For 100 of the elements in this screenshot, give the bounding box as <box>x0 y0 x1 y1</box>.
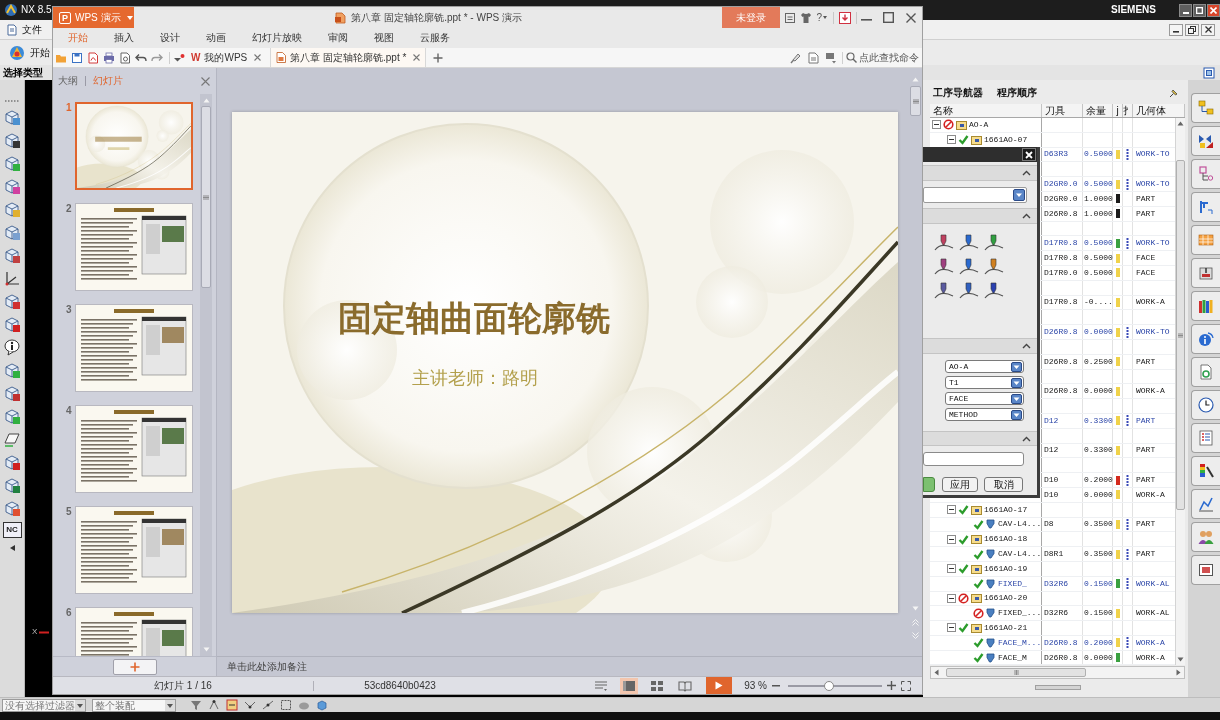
print-preview-icon[interactable] <box>119 51 131 64</box>
cube-icon[interactable] <box>3 315 21 333</box>
apply-button[interactable]: 应用 <box>942 477 978 492</box>
print-icon[interactable] <box>103 51 115 64</box>
program-name[interactable]: 1661AO-18 <box>984 534 1028 545</box>
play-button[interactable] <box>706 677 733 694</box>
operation-name[interactable]: FIXED_ <box>998 578 1027 589</box>
ribbon-tab[interactable]: 审阅 <box>315 28 361 48</box>
collapse-icon[interactable] <box>947 135 956 145</box>
maximize-button[interactable] <box>1193 3 1206 17</box>
scrollbar-thumb[interactable] <box>1176 160 1185 510</box>
input-field[interactable] <box>923 452 1024 466</box>
program-name[interactable]: 1661AO-21 <box>984 623 1028 633</box>
slider-thumb[interactable] <box>824 680 835 691</box>
collapse-icon[interactable] <box>932 120 941 130</box>
column-header[interactable]: 扌 <box>1123 104 1133 117</box>
resource-tab[interactable] <box>1191 258 1220 288</box>
snap-icon[interactable] <box>262 699 274 711</box>
operation-name[interactable]: CAV-L4... <box>998 519 1042 530</box>
ribbon-tab[interactable]: 视图 <box>361 28 407 48</box>
plane-icon[interactable] <box>3 430 21 448</box>
snap-icon[interactable] <box>208 699 220 711</box>
box-icon[interactable] <box>784 11 797 24</box>
program-name[interactable]: 1661AO-17 <box>984 504 1028 515</box>
resource-tab[interactable] <box>1191 456 1220 486</box>
minimize-button[interactable] <box>1169 23 1183 36</box>
snap-icon[interactable] <box>244 699 256 711</box>
download-icon[interactable] <box>839 11 851 24</box>
operation-name[interactable]: FACE_M... <box>998 637 1042 648</box>
close-icon[interactable] <box>413 54 421 61</box>
operation-name[interactable]: CAV-L4... <box>998 549 1042 559</box>
program-name[interactable]: AO-A <box>969 119 989 130</box>
operation-name[interactable]: FACE_M <box>998 652 1027 663</box>
help-button[interactable]: ? <box>816 11 827 24</box>
plus-icon[interactable] <box>433 52 444 63</box>
cutter-icon[interactable] <box>983 282 1005 300</box>
splitter-handle[interactable] <box>1035 685 1081 691</box>
resource-tab[interactable] <box>1191 291 1220 321</box>
slide-thumbnail[interactable] <box>75 506 193 594</box>
axes-icon[interactable] <box>3 269 21 287</box>
collapse-icon[interactable] <box>947 564 956 574</box>
start-menu-button[interactable]: 开始 <box>30 46 50 59</box>
cutter-icon[interactable] <box>958 258 980 276</box>
minus-icon[interactable] <box>772 684 780 687</box>
notes-field[interactable]: 单击此处添加备注 <box>227 660 527 673</box>
scroll-left-icon[interactable] <box>934 669 939 677</box>
info-icon[interactable] <box>3 338 21 356</box>
cutter-icon[interactable] <box>958 282 980 300</box>
pencil-icon[interactable] <box>789 51 801 64</box>
restore-button[interactable] <box>1185 23 1199 36</box>
dropdown[interactable]: METHOD <box>945 408 1024 421</box>
resource-tab[interactable] <box>1191 489 1220 519</box>
select-box-icon[interactable] <box>226 699 238 711</box>
close-icon[interactable] <box>906 12 916 23</box>
filter-dropdown[interactable]: 整个装配 <box>92 698 176 712</box>
cutter-icon[interactable] <box>983 258 1005 276</box>
scroll-right-icon[interactable] <box>1176 669 1181 677</box>
ribbon-tab[interactable]: 云服务 <box>407 28 463 48</box>
caret-icon[interactable] <box>173 52 185 63</box>
ribbon-tab[interactable]: 幻灯片放映 <box>239 28 315 48</box>
view-button[interactable] <box>620 677 639 694</box>
rectangle-select-icon[interactable] <box>280 699 292 711</box>
fit-window-icon[interactable] <box>901 680 911 691</box>
close-icon[interactable] <box>254 54 262 61</box>
caret-icon[interactable] <box>9 545 15 551</box>
collapse-icon[interactable] <box>947 593 956 603</box>
document-tab[interactable]: 第八章 固定轴轮廓铣.ppt * <box>270 48 427 67</box>
close-button[interactable] <box>1022 148 1036 161</box>
scrollbar-thumb[interactable] <box>201 106 211 288</box>
resource-tab[interactable] <box>1191 126 1220 156</box>
program-name[interactable]: 1661AO-19 <box>984 563 1028 574</box>
slide-thumbnail[interactable] <box>75 102 193 190</box>
scrollbar-thumb[interactable] <box>946 668 1086 678</box>
dropdown[interactable]: T1 <box>945 376 1024 389</box>
cutter-icon[interactable] <box>958 234 980 252</box>
zoom-slider[interactable] <box>788 679 882 692</box>
shirt-icon[interactable] <box>800 11 813 24</box>
resource-tab[interactable] <box>1191 324 1220 354</box>
cube-icon[interactable] <box>3 453 21 471</box>
close-icon[interactable] <box>201 76 210 86</box>
minimize-icon[interactable] <box>861 18 872 21</box>
maximize-icon[interactable] <box>883 12 894 23</box>
tool-column-header[interactable]: 刀具 <box>1042 104 1083 117</box>
scrollbar-thumb[interactable] <box>910 86 921 116</box>
pin-icon[interactable] <box>1169 88 1179 98</box>
pdf-icon[interactable] <box>87 51 99 64</box>
chat-icon[interactable] <box>825 51 837 64</box>
geometry-column-header[interactable]: 几何体 <box>1133 104 1185 117</box>
close-button[interactable] <box>1207 3 1220 17</box>
resource-tab[interactable] <box>1191 390 1220 420</box>
close-button[interactable] <box>1201 23 1215 36</box>
slide-thumbnail[interactable] <box>75 405 193 493</box>
cutter-icon[interactable] <box>933 258 955 276</box>
panel-tab[interactable]: 大纲 <box>58 71 78 91</box>
save-icon[interactable] <box>71 51 83 64</box>
resource-tab[interactable] <box>1191 522 1220 552</box>
minimize-button[interactable] <box>1179 3 1192 17</box>
ribbon-tab[interactable]: 插入 <box>101 28 147 48</box>
fit-view-icon[interactable] <box>1203 66 1215 79</box>
slide-thumbnail[interactable] <box>75 304 193 392</box>
